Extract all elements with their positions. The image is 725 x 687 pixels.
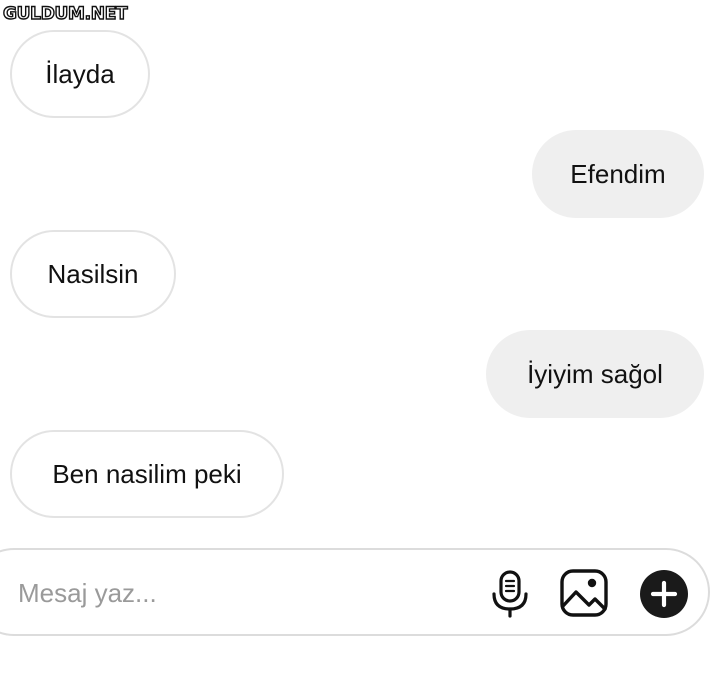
message-text: Ben nasilim peki [52, 458, 242, 489]
message-input[interactable]: Mesaj yaz... [18, 576, 438, 610]
message-bubble-incoming[interactable]: İlayda [10, 30, 150, 118]
message-composer: Mesaj yaz... [0, 548, 710, 636]
message-text: İlayda [45, 58, 115, 89]
message-bubble-incoming[interactable]: Ben nasilim peki [10, 430, 284, 518]
add-button[interactable] [639, 569, 689, 619]
message-text: Efendim [570, 158, 666, 189]
microphone-button[interactable] [490, 570, 530, 618]
message-text: İyiyim sağol [527, 358, 663, 389]
message-bubble-outgoing[interactable]: Efendim [532, 130, 704, 218]
watermark-logo: GULDUM.NET [2, 4, 128, 24]
message-bubble-incoming[interactable]: Nasilsin [10, 230, 176, 318]
message-bubble-outgoing[interactable]: İyiyim sağol [486, 330, 704, 418]
microphone-icon [492, 570, 528, 618]
message-text: Nasilsin [47, 258, 139, 289]
image-icon [560, 569, 608, 617]
plus-circle-icon [640, 570, 688, 618]
gallery-button[interactable] [559, 568, 609, 618]
